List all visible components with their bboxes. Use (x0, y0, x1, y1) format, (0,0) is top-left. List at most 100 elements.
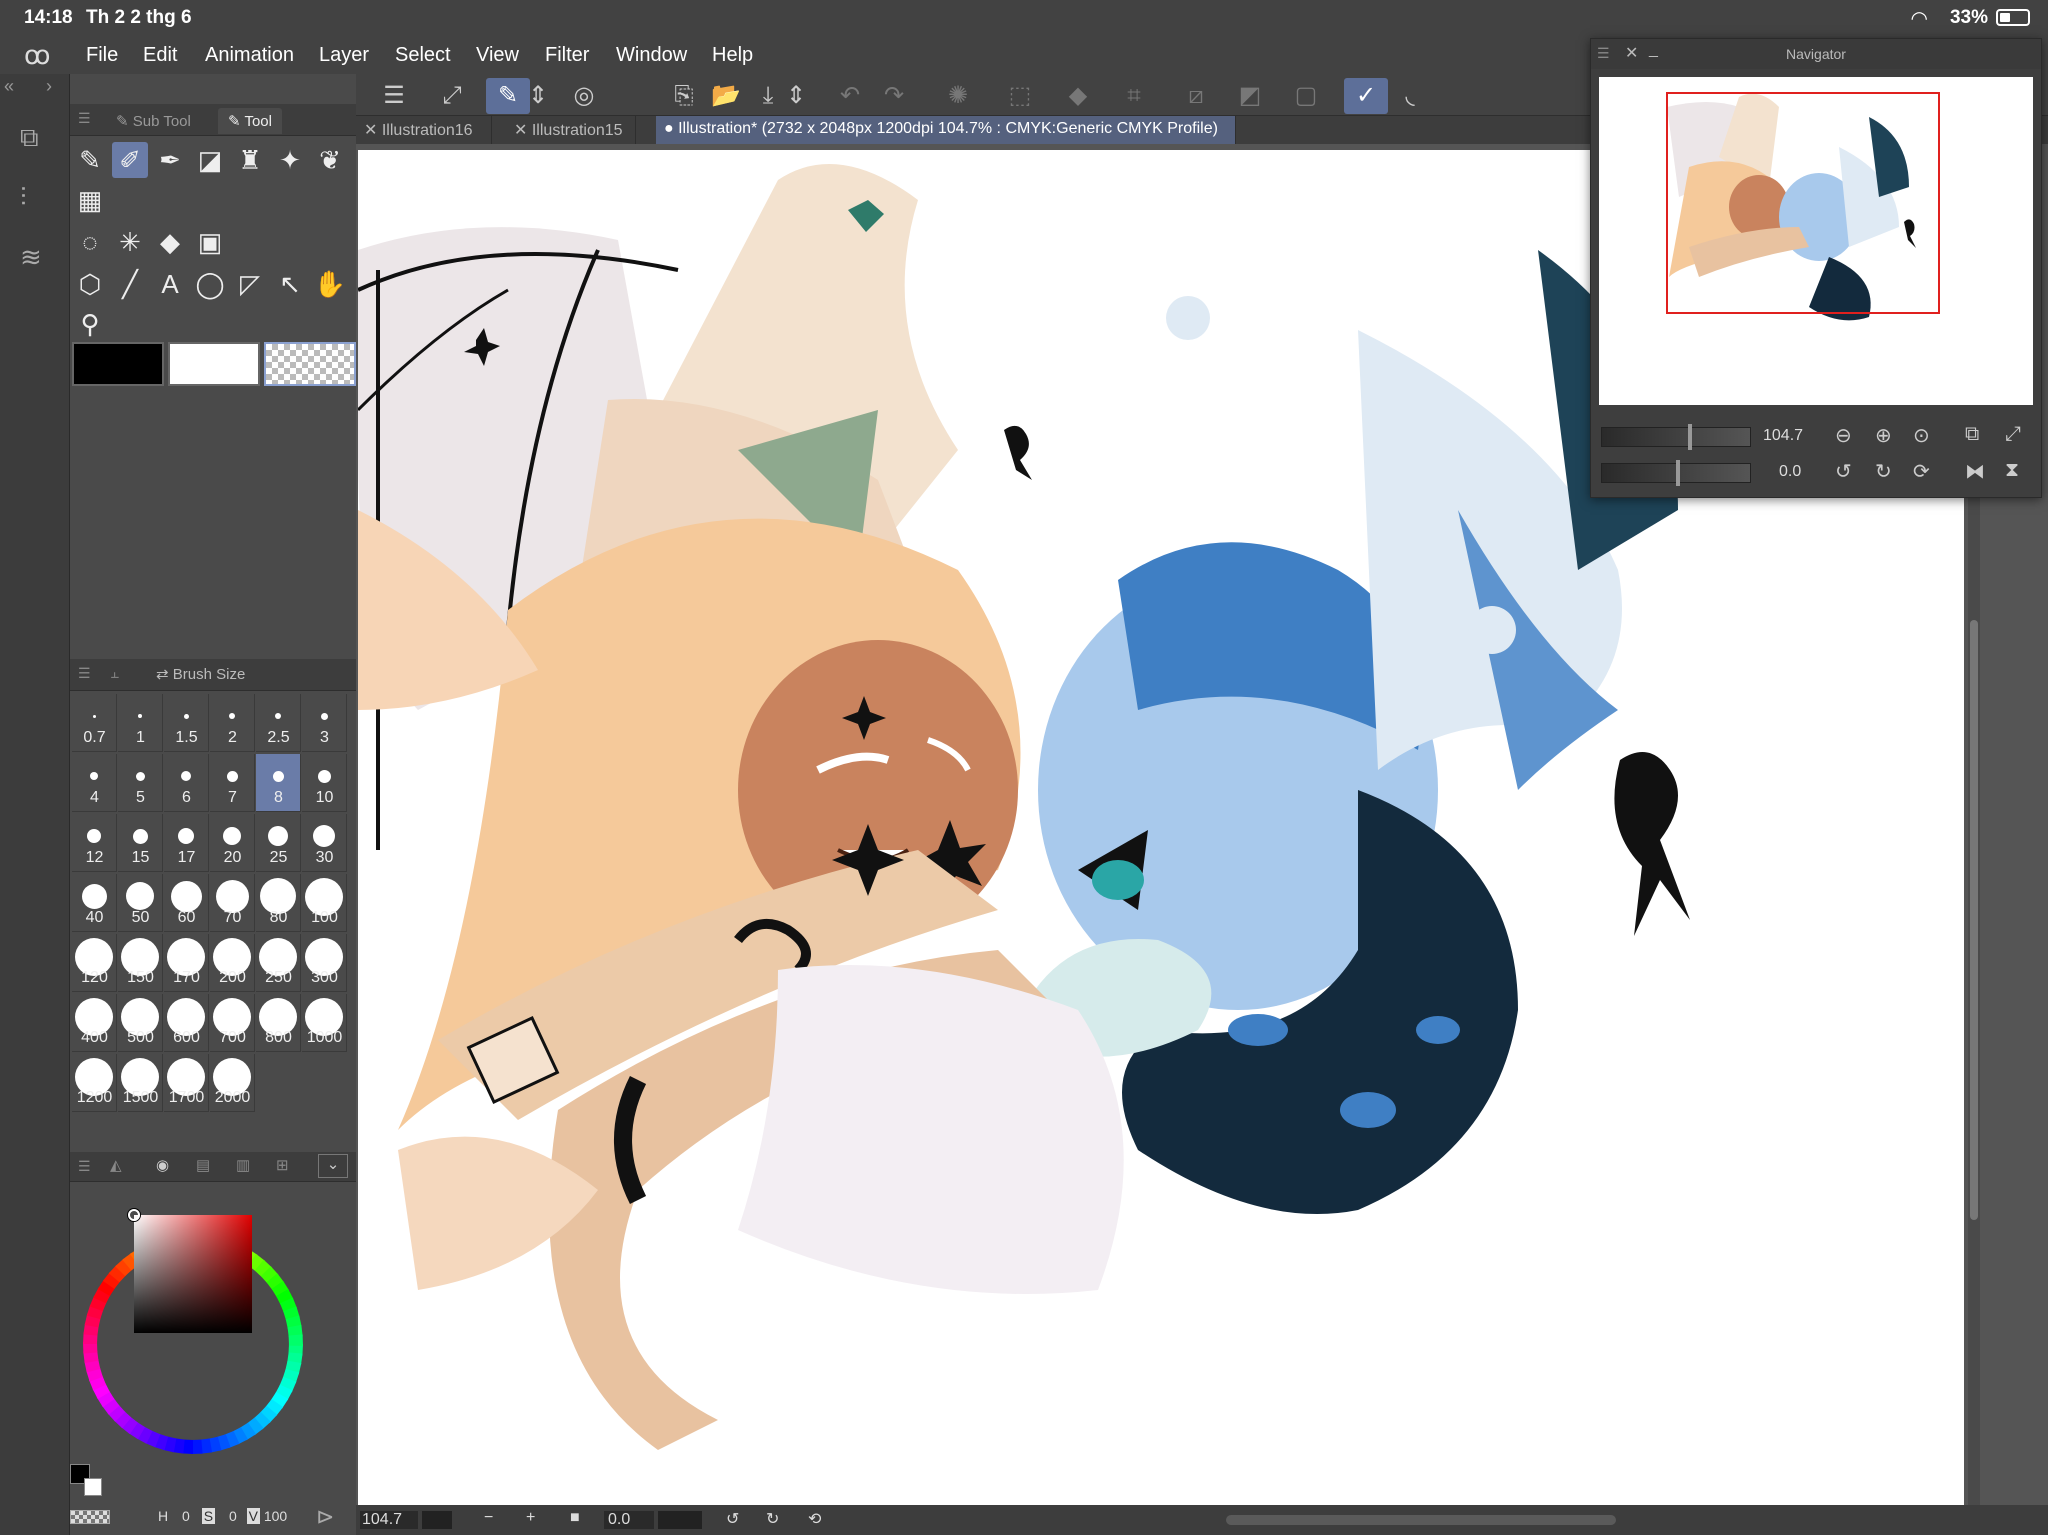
panel-menu-icon[interactable]: ☰ (78, 110, 91, 127)
brush-size-option[interactable]: 400 (72, 994, 117, 1052)
selection-fill-icon[interactable]: ⬚ (998, 78, 1042, 114)
sv-picker-handle[interactable] (128, 1209, 140, 1221)
menu-select[interactable]: Select (395, 44, 451, 67)
fill-selection-icon[interactable]: ◆ (1056, 78, 1100, 114)
line-tool-icon[interactable]: ╱ (112, 266, 148, 302)
panel-menu-icon[interactable]: ☰ (78, 1158, 91, 1175)
rotate-right-icon[interactable]: ↻ (766, 1509, 779, 1529)
brush-size-option[interactable]: 500 (118, 994, 163, 1052)
brush-size-option[interactable]: 8 (256, 754, 301, 812)
color-wheel-tab-icon[interactable]: ◭ (110, 1156, 122, 1174)
gradient-tool-icon[interactable]: ▣ (192, 224, 228, 260)
sub-color-mini[interactable] (84, 1478, 102, 1496)
loading-icon[interactable]: ✺ (936, 78, 980, 114)
brush-size-option[interactable]: 700 (210, 994, 255, 1052)
new-file-icon[interactable]: ⎘ (662, 78, 706, 114)
layers-icon[interactable]: ≋ (20, 242, 42, 273)
zoom-out-icon[interactable]: ⊖ (1835, 423, 1852, 448)
menu-view[interactable]: View (476, 44, 519, 67)
clear-icon[interactable]: ⧄ (1174, 78, 1218, 114)
undo-icon[interactable]: ↶ (828, 78, 872, 114)
brush-size-option[interactable]: 40 (72, 874, 117, 932)
brush-size-option[interactable]: 80 (256, 874, 301, 932)
tab-sub-tool[interactable]: ✎ Sub Tool (106, 108, 201, 134)
brush-size-option[interactable]: 1.5 (164, 694, 209, 752)
rotate-right-icon[interactable]: ↻ (1875, 459, 1892, 484)
brush-size-option[interactable]: 2.5 (256, 694, 301, 752)
brush-size-option[interactable]: 30 (302, 814, 347, 872)
tab-tool[interactable]: ✎ Tool (218, 108, 282, 134)
brush-size-option[interactable]: 2000 (210, 1054, 255, 1112)
brush-size-option[interactable]: 600 (164, 994, 209, 1052)
more-icon[interactable]: ◟ (1388, 78, 1432, 114)
move-tool-icon[interactable]: ↖ (272, 266, 308, 302)
brush-size-option[interactable]: 15 (118, 814, 163, 872)
brush-size-option[interactable]: 1 (118, 694, 163, 752)
zoom-slider[interactable] (422, 1511, 452, 1529)
reset-rotation-icon[interactable]: ⟳ (1913, 459, 1930, 484)
color-set-tab-icon[interactable]: ▤ (196, 1156, 210, 1174)
brush-size-option[interactable]: 1000 (302, 994, 347, 1052)
layer-property-icon[interactable]: ⧉ (20, 122, 39, 154)
menu-edit[interactable]: Edit (143, 44, 177, 67)
brush-size-option[interactable]: 800 (256, 994, 301, 1052)
panel-menu-icon[interactable]: ☰ (78, 665, 91, 682)
rotation-input[interactable]: 0.0 (604, 1511, 654, 1529)
tool-property-icon[interactable]: ⫶ (20, 182, 27, 214)
zoom-out-icon[interactable]: − (484, 1509, 493, 1527)
deselect-icon[interactable]: ▢ (1284, 78, 1328, 114)
actual-size-icon[interactable]: ⊙ (1913, 423, 1930, 448)
navigator-zoom-slider[interactable] (1601, 424, 1751, 450)
scrollbar-thumb[interactable] (1970, 620, 1978, 1220)
hue-segment[interactable] (288, 1334, 303, 1346)
lasso-tool-icon[interactable]: ◌ (72, 224, 108, 260)
menu-window[interactable]: Window (616, 44, 687, 67)
spiral-icon[interactable]: ◎ (562, 78, 606, 114)
brush-size-option[interactable]: 10 (302, 754, 347, 812)
doc-tab-illustration-active[interactable]: ● Illustration* (2732 x 2048px 1200dpi 1… (656, 116, 1236, 144)
brush-size-option[interactable]: 0.7 (72, 694, 117, 752)
hand-tool-icon[interactable]: ✋ (312, 266, 348, 302)
brush-size-option[interactable]: 7 (210, 754, 255, 812)
brush-size-option[interactable]: 2 (210, 694, 255, 752)
zoom-slider-knob[interactable] (1688, 424, 1692, 450)
brush-size-option[interactable]: 6 (164, 754, 209, 812)
collapse-left-icon[interactable]: « (4, 76, 14, 97)
brush-size-option[interactable]: 120 (72, 934, 117, 992)
brush-size-option[interactable]: 4 (72, 754, 117, 812)
brush-size-option[interactable]: 60 (164, 874, 209, 932)
doc-tab-illustration16[interactable]: ✕ Illustration16 (356, 116, 492, 144)
brush-size-option[interactable]: 50 (118, 874, 163, 932)
sv-square[interactable] (128, 1209, 252, 1333)
fit-view-icon[interactable]: ⤢ (430, 78, 474, 114)
reset-rotation-icon[interactable]: ⟲ (808, 1509, 821, 1529)
rotation-slider[interactable] (658, 1511, 702, 1529)
fit-to-window-icon[interactable]: ⧉ (1965, 423, 1979, 446)
brush-size-tab[interactable]: ⇄ Brush Size (156, 665, 245, 683)
menu-layer[interactable]: Layer (319, 44, 369, 67)
brush-size-option[interactable]: 3 (302, 694, 347, 752)
rotate-left-icon[interactable]: ↺ (1835, 459, 1852, 484)
menu-help[interactable]: Help (712, 44, 753, 67)
pencil-tool-icon[interactable]: ✐ (112, 142, 148, 178)
fit-navigator-icon[interactable]: ⤢ (2005, 423, 2021, 446)
doc-tab-illustration15[interactable]: ✕ Illustration15 (506, 116, 636, 144)
3d-tool-icon[interactable]: ⬡ (72, 266, 108, 302)
eyedropper-tool-icon[interactable]: ⚲ (72, 306, 108, 342)
navigator-preview[interactable] (1599, 77, 2033, 405)
balloon-tool-icon[interactable]: ◯ (192, 266, 228, 302)
text-tool-icon[interactable]: A (152, 266, 188, 302)
intermediate-color-tab-icon[interactable]: ▥ (236, 1156, 250, 1174)
brush-size-option[interactable]: 1700 (164, 1054, 209, 1112)
rotate-left-icon[interactable]: ↺ (726, 1509, 739, 1529)
hamburger-icon[interactable]: ☰ (372, 78, 416, 114)
save-toggle-icon[interactable]: ⇕ (784, 78, 808, 114)
main-color-swatch[interactable] (72, 342, 164, 386)
brush-settings-icon[interactable]: ⫠ (110, 665, 119, 682)
flip-vertical-icon[interactable]: ⧗ (2005, 459, 2019, 482)
expand-right-icon[interactable]: › (46, 76, 52, 97)
brush-size-option[interactable]: 25 (256, 814, 301, 872)
open-file-icon[interactable]: 📂 (704, 78, 748, 114)
color-switch-icon[interactable]: ⊳ (316, 1504, 334, 1530)
quick-access-icon[interactable]: ✎ (486, 78, 530, 114)
